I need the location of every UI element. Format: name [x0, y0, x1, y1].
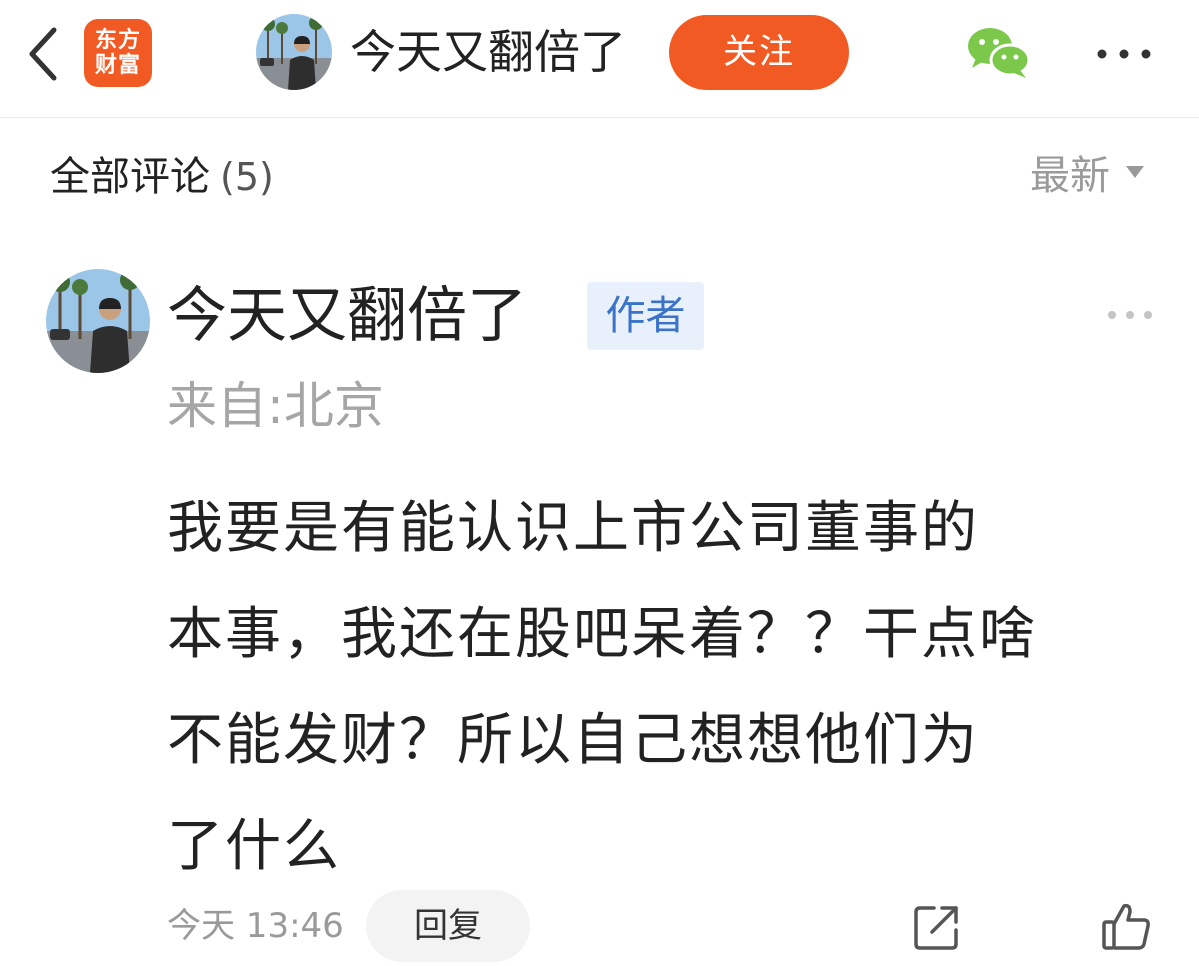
header-user-name[interactable]: 今天又翻倍了 [350, 18, 626, 86]
sort-label: 最新 [1030, 153, 1110, 199]
comment-body-line: 不能发财？所以自己想想他们为 [167, 708, 979, 773]
reply-button[interactable]: 回复 [366, 890, 530, 962]
comment-author-name[interactable]: 今天又翻倍了 [167, 276, 527, 356]
author-badge: 作者 [587, 282, 704, 350]
app-logo[interactable]: 东方 财富 [84, 19, 152, 87]
comments-title-text: 全部评论 [50, 154, 210, 200]
back-button[interactable] [22, 22, 66, 86]
comment-body-line: 我要是有能认识上市公司董事的 [167, 496, 979, 561]
header-avatar[interactable] [256, 14, 332, 90]
comment-body[interactable]: 我要是有能认识上市公司董事的 本事，我还在股吧呆着？？干点啥 不能发财？所以自己… [167, 476, 1157, 900]
comment-body-line: 本事，我还在股吧呆着？？干点啥 [167, 602, 1037, 667]
comments-count: (5) [220, 155, 274, 199]
chevron-left-icon [29, 27, 57, 81]
comment-body-line: 了什么 [167, 814, 341, 879]
app-logo-line2: 财富 [94, 53, 141, 78]
comment-author-avatar[interactable] [46, 269, 150, 373]
comment-timestamp: 今天 13:46 [167, 906, 344, 946]
caret-down-icon [1126, 166, 1144, 178]
avatar-photo [46, 269, 150, 373]
avatar-photo [256, 14, 332, 90]
comments-section-title: 全部评论 (5) [50, 142, 274, 212]
thumbs-up-icon[interactable] [1100, 900, 1152, 952]
share-icon[interactable] [912, 902, 962, 952]
comment-location: 来自:北京 [167, 377, 384, 435]
top-bar: 东方 财富 今天又翻倍了 关注 [0, 0, 1199, 118]
wechat-icon[interactable] [966, 24, 1032, 80]
more-horizontal-icon[interactable] [1102, 300, 1158, 330]
follow-button[interactable]: 关注 [669, 15, 849, 90]
sort-dropdown[interactable]: 最新 [1030, 140, 1144, 204]
app-logo-line1: 东方 [94, 28, 141, 53]
more-horizontal-icon[interactable] [1094, 34, 1154, 74]
